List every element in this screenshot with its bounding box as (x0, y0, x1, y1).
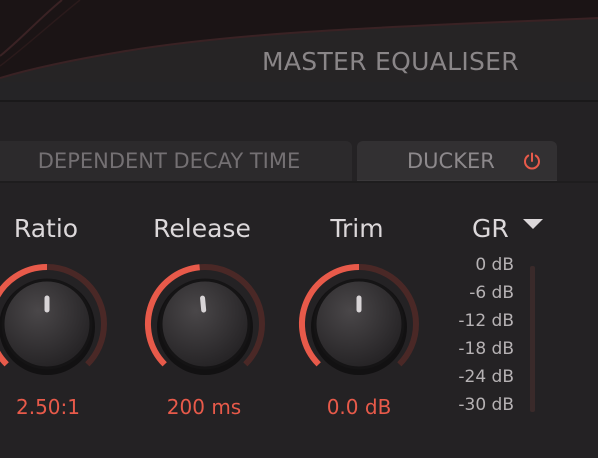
gr-meter (530, 266, 535, 412)
chevron-down-icon[interactable] (521, 216, 545, 232)
knob-body[interactable] (159, 278, 251, 370)
gr-scale-tick: 0 dB (475, 255, 514, 275)
tab-ducker[interactable]: DUCKER (357, 141, 557, 181)
gr-scale-tick: -6 dB (469, 283, 514, 303)
tab-bar-divider (0, 181, 598, 183)
power-icon[interactable] (522, 151, 542, 171)
ratio-value: 2.50:1 (16, 395, 80, 419)
release-label: Release (153, 214, 251, 243)
gr-scale-tick: -24 dB (458, 367, 514, 387)
ratio-label: Ratio (13, 214, 79, 243)
release-value: 200 ms (166, 395, 242, 419)
knob-body[interactable] (313, 278, 405, 370)
gr-scale-tick: -18 dB (458, 339, 514, 359)
trim-knob[interactable] (294, 259, 424, 389)
gr-scale-tick: -30 dB (458, 395, 514, 415)
page-title: MASTER EQUALISER (262, 47, 519, 76)
gr-label: GR (472, 214, 509, 243)
tab-dependent-decay-time[interactable]: DEPENDENT DECAY TIME (0, 141, 352, 181)
trim-label: Trim (330, 214, 384, 243)
knob-pointer (200, 295, 207, 313)
release-knob[interactable] (140, 259, 270, 389)
knob-body[interactable] (1, 278, 93, 370)
trim-value: 0.0 dB (326, 395, 392, 419)
tab-label: DEPENDENT DECAY TIME (37, 149, 301, 173)
tab-label: DUCKER (407, 148, 495, 173)
ratio-knob[interactable] (0, 259, 112, 389)
gr-scale-tick: -12 dB (458, 311, 514, 331)
